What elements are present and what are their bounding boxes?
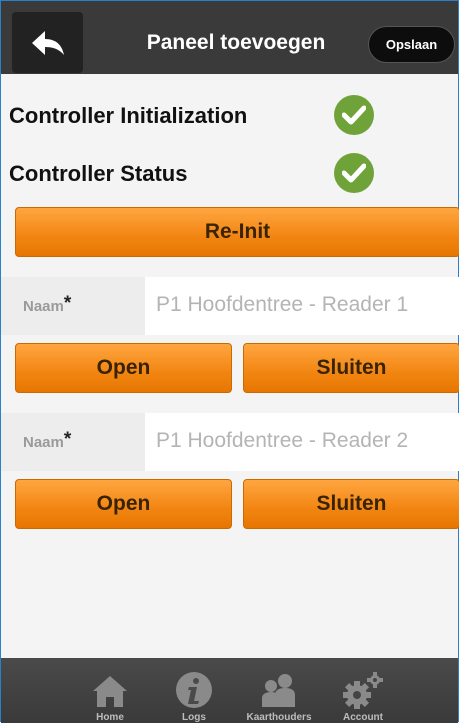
page-title: Paneel toevoegen [146, 31, 326, 54]
required-mark: * [63, 429, 72, 450]
nav-account[interactable]: Account [338, 658, 388, 723]
gear-icon [343, 672, 383, 709]
reinit-button[interactable]: Re-Init [15, 207, 459, 257]
users-icon [262, 674, 295, 707]
reader-2-open-button[interactable]: Open [15, 479, 232, 529]
arrow-left-icon [31, 30, 64, 55]
nav-home[interactable]: Home [87, 658, 133, 723]
top-bar: Paneel toevoegen Opslaan [1, 1, 458, 74]
check-circle-icon [334, 153, 374, 193]
back-button[interactable] [12, 12, 83, 73]
info-icon [176, 672, 212, 708]
controller-status-label: Controller Status [9, 161, 188, 186]
nav-kaarthouders[interactable]: Kaarthouders [241, 658, 317, 723]
reader-2-close-button[interactable]: Sluiten [243, 479, 459, 529]
reader-1-close-button[interactable]: Sluiten [243, 343, 459, 393]
reader-1-name-row: Naam * P1 Hoofdentree - Reader 1 [1, 277, 459, 335]
reader-1-open-button[interactable]: Open [15, 343, 232, 393]
controller-initialization-label: Controller Initialization [9, 103, 248, 128]
required-mark: * [63, 293, 72, 314]
reader-2-name-row: Naam * P1 Hoofdentree - Reader 2 [1, 413, 459, 471]
nav-logs[interactable]: Logs [171, 658, 217, 723]
save-button[interactable]: Opslaan [368, 26, 455, 63]
bottom-nav: Home Logs Kaarthouders Account [1, 658, 458, 723]
reader-1-name-field[interactable]: P1 Hoofdentree - Reader 1 [156, 293, 408, 317]
reader-2-name-field[interactable]: P1 Hoofdentree - Reader 2 [156, 429, 408, 453]
name-label: Naam [23, 433, 64, 451]
check-circle-icon [334, 95, 374, 135]
name-label: Naam [23, 297, 64, 315]
home-icon [93, 676, 127, 707]
